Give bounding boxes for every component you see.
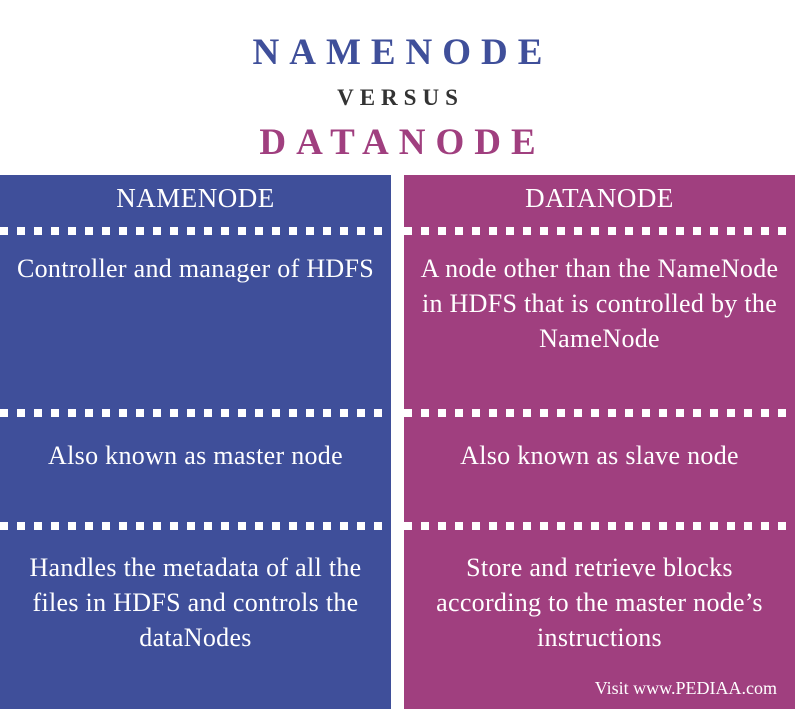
datanode-row-3: Store and retrieve blocks according to t… (436, 553, 763, 652)
datanode-column: DATANODE A node other than the NameNode … (404, 175, 795, 709)
row-divider (0, 227, 391, 235)
namenode-row-2: Also known as master node (48, 441, 343, 470)
title-namenode: NAMENODE (252, 32, 553, 73)
datanode-row-1: A node other than the NameNode in HDFS t… (420, 254, 779, 353)
source-watermark: Visit www.PEDIAA.com (594, 678, 777, 698)
namenode-column-header: NAMENODE (116, 183, 275, 213)
row-divider (404, 409, 795, 417)
row-divider (0, 409, 391, 417)
row-divider (0, 522, 391, 530)
row-divider (404, 227, 795, 235)
title-datanode: DATANODE (259, 122, 546, 163)
namenode-row-1: Controller and manager of HDFS (16, 254, 375, 283)
namenode-row-3: Handles the metadata of all the files in… (29, 553, 362, 652)
title-versus: VERSUS (337, 85, 464, 110)
datanode-column-header: DATANODE (525, 183, 674, 213)
datanode-row-2: Also known as slave node (460, 441, 739, 470)
namenode-column: NAMENODE Controller and manager of HDFS … (0, 175, 391, 709)
row-divider (404, 522, 795, 530)
comparison-header: NAMENODE VERSUS DATANODE (0, 0, 795, 175)
